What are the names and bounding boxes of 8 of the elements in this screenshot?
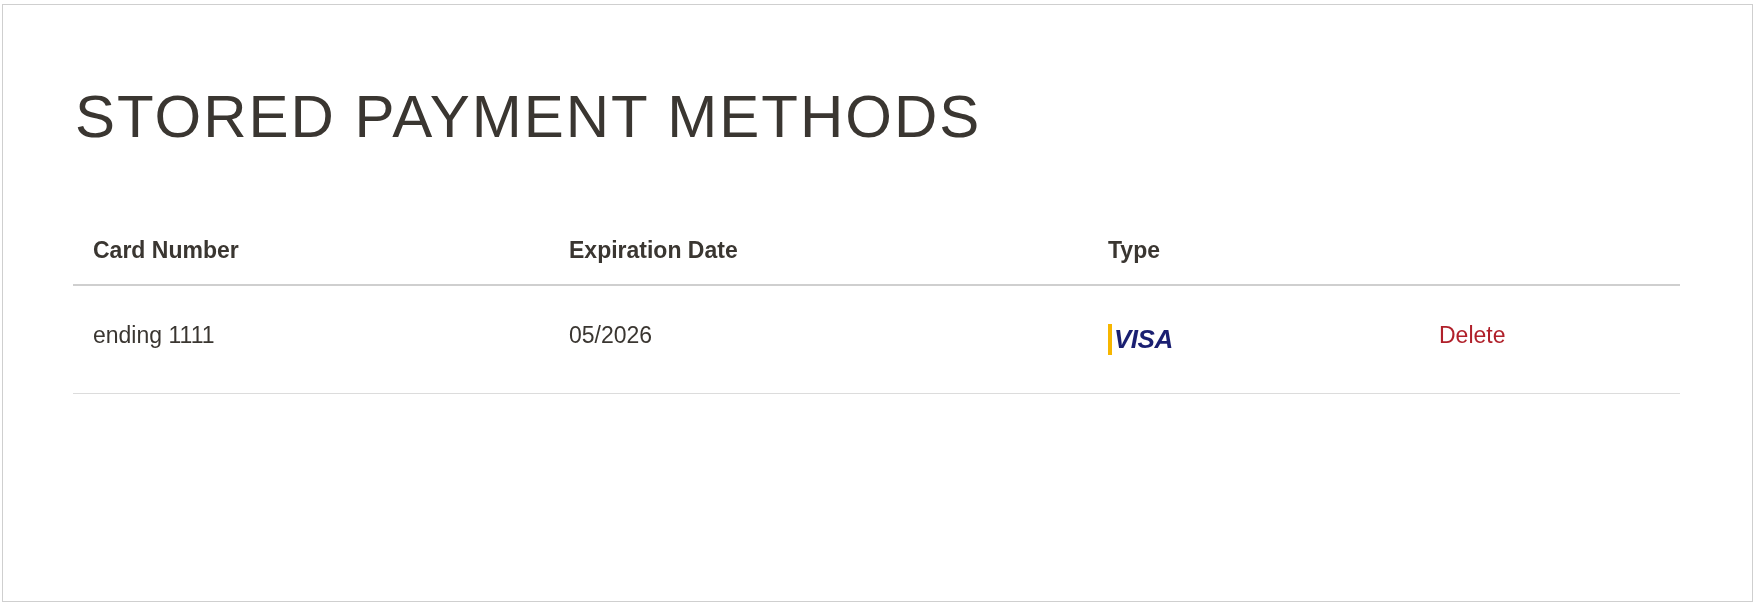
column-header: Expiration Date <box>569 237 738 264</box>
card-logo: VISA <box>1108 324 1173 355</box>
delete-link[interactable]: Delete <box>1439 322 1506 348</box>
column-header: Type <box>1108 237 1160 264</box>
table-cell: 05/2026 <box>569 322 653 349</box>
page-title: STORED PAYMENT METHODS <box>75 82 983 152</box>
table-cell: ending 1111 <box>93 322 215 349</box>
column-header: Card Number <box>93 237 239 264</box>
